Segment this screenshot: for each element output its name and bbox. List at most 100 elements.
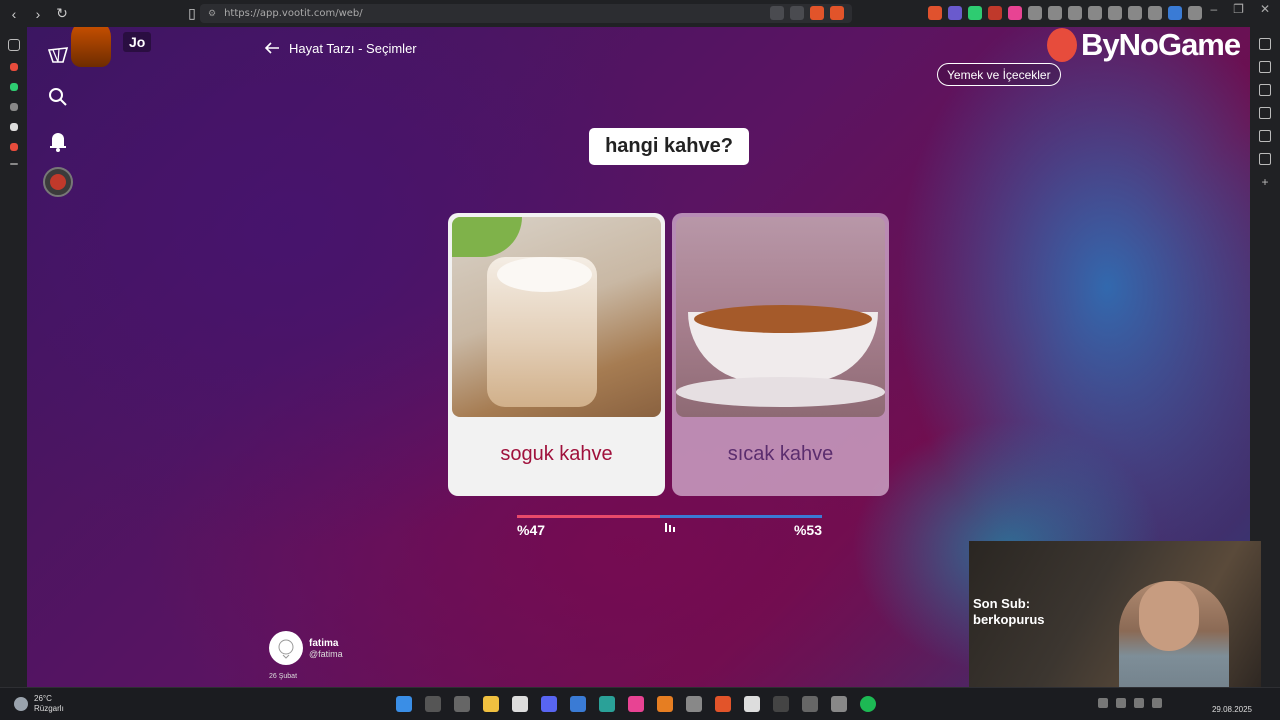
start-icon[interactable] — [396, 696, 412, 712]
cold-coffee-image — [452, 217, 661, 417]
spotify-icon[interactable] — [860, 696, 876, 712]
option-card-hot[interactable]: sıcak kahve — [672, 213, 889, 496]
clock-date[interactable]: 29.08.2025 — [1212, 705, 1252, 714]
streamer-head — [1139, 581, 1199, 651]
address-bar[interactable]: ⚙ https://app.vootit.com/web/ — [200, 4, 852, 23]
extension-icon[interactable] — [1168, 6, 1182, 20]
tray-icon[interactable] — [1134, 698, 1144, 708]
weather-icon — [14, 697, 28, 711]
wallet-icon[interactable] — [1108, 6, 1122, 20]
author-name: fatima — [309, 637, 339, 649]
puzzle-icon[interactable] — [1028, 6, 1042, 20]
extension-icon[interactable] — [968, 6, 982, 20]
share-icon[interactable] — [790, 6, 804, 20]
author-handle: @fatima — [309, 648, 343, 659]
notification-bell-icon[interactable] — [45, 128, 71, 154]
streamer-logo-icon — [71, 27, 111, 67]
percent-cold: %47 — [517, 522, 546, 538]
sidebar-toggle-icon[interactable] — [1088, 6, 1102, 20]
brave-browser-icon[interactable] — [715, 696, 731, 712]
coffee-surface — [694, 305, 872, 333]
sidebar-x-icon[interactable] — [9, 123, 18, 131]
user-initials: Jo — [123, 32, 152, 52]
sidebar-youtube-icon[interactable] — [9, 143, 18, 151]
notion-icon[interactable] — [744, 696, 760, 712]
leo-icon[interactable] — [1259, 38, 1271, 50]
brave-rewards-icon[interactable] — [830, 6, 844, 20]
settings-icon[interactable] — [1259, 153, 1271, 165]
site-info-icon[interactable]: ⚙ — [208, 8, 216, 19]
profile-avatar[interactable] — [43, 167, 73, 197]
cast-icon[interactable] — [770, 6, 784, 20]
tabs-icon[interactable] — [1259, 61, 1271, 73]
poll-author[interactable]: fatima @fatima — [269, 631, 343, 665]
taskbar-apps — [396, 696, 876, 712]
stats-icon[interactable] — [664, 521, 676, 533]
browser-toolbar: ‹ › ↻ ▯ ⚙ https://app.vootit.com/web/ – … — [0, 0, 1280, 27]
last-sub-name: berkopurus — [973, 612, 1045, 627]
forward-nav-icon[interactable]: › — [28, 4, 48, 24]
bookmarks-icon[interactable] — [1259, 107, 1271, 119]
app-icon[interactable] — [599, 696, 615, 712]
weather-widget[interactable]: 26°C Rüzgarlı — [14, 694, 64, 714]
vote-results: %47 %53 — [517, 515, 822, 538]
notion-icon[interactable] — [512, 696, 528, 712]
wallet-icon[interactable] — [1259, 84, 1271, 96]
sidebar-panel-icon[interactable] — [7, 39, 20, 51]
poll-question: hangi kahve? — [589, 128, 749, 165]
settings-icon[interactable] — [831, 696, 847, 712]
sidebar-app-icon[interactable] — [9, 63, 18, 71]
poll-date: 26 Şubat — [269, 673, 298, 680]
sidebar-kick-icon[interactable] — [9, 83, 18, 91]
url-text: https://app.vootit.com/web/ — [224, 8, 363, 19]
app-icon[interactable] — [802, 696, 818, 712]
vpn-icon[interactable] — [1148, 6, 1162, 20]
option-card-cold[interactable]: soguk kahve — [448, 213, 665, 496]
search-icon[interactable] — [45, 84, 71, 110]
percent-hot: %53 — [793, 522, 822, 538]
close-icon[interactable]: ✕ — [1260, 2, 1270, 16]
vootit-logo-icon[interactable] — [45, 42, 71, 68]
extension-icon[interactable] — [1048, 6, 1062, 20]
app-icon[interactable] — [628, 696, 644, 712]
last-sub-label: Son Sub: — [973, 596, 1031, 611]
tray-icon[interactable] — [1116, 698, 1126, 708]
extension-icon[interactable] — [1008, 6, 1022, 20]
extension-icon[interactable] — [928, 6, 942, 20]
brave-shields-icon[interactable] — [810, 6, 824, 20]
vote-bar-cold — [517, 515, 661, 518]
option-label-hot: sıcak kahve — [727, 443, 834, 465]
tray-icon[interactable] — [1098, 698, 1108, 708]
minimize-icon[interactable]: – — [1210, 2, 1217, 16]
brand-name: ByNoGame — [1081, 27, 1241, 62]
music-icon[interactable] — [1068, 6, 1082, 20]
leaf-decoration — [452, 217, 522, 257]
discord-icon[interactable] — [541, 696, 557, 712]
task-view-icon[interactable] — [454, 696, 470, 712]
saucer-shape — [676, 377, 885, 407]
extension-icon[interactable] — [948, 6, 962, 20]
app-icon[interactable] — [773, 696, 789, 712]
reading-list-icon[interactable] — [1259, 130, 1271, 142]
reload-icon[interactable]: ↻ — [52, 4, 72, 24]
weather-desc: Rüzgarlı — [34, 704, 64, 713]
search-icon[interactable] — [425, 696, 441, 712]
app-icon[interactable] — [686, 696, 702, 712]
author-avatar — [269, 631, 303, 665]
bookmark-icon[interactable]: ▯ — [182, 4, 202, 24]
sidebar-add-icon[interactable] — [9, 163, 18, 165]
category-tag[interactable]: Yemek ve İçecekler — [937, 63, 1061, 86]
tray-icon[interactable] — [1152, 698, 1162, 708]
menu-icon[interactable] — [1188, 6, 1202, 20]
sidebar-app-icon[interactable] — [9, 103, 18, 111]
extension-icon[interactable] — [988, 6, 1002, 20]
restore-icon[interactable]: ❐ — [1233, 2, 1244, 16]
avatar-image-icon — [50, 174, 66, 190]
app-icon[interactable] — [657, 696, 673, 712]
file-explorer-icon[interactable] — [483, 696, 499, 712]
back-nav-icon[interactable]: ‹ — [4, 4, 24, 24]
extension-icon[interactable] — [1128, 6, 1142, 20]
app-icon[interactable] — [570, 696, 586, 712]
add-panel-icon[interactable]: + — [1259, 176, 1271, 188]
back-button[interactable]: Hayat Tarzı - Seçimler — [263, 39, 417, 57]
